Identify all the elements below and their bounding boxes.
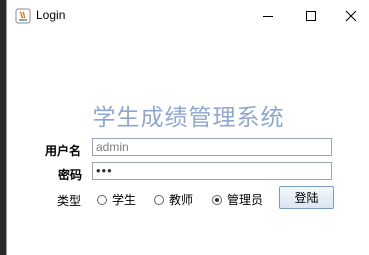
minimize-icon bbox=[263, 15, 273, 17]
close-icon bbox=[345, 10, 357, 21]
radio-admin-label: 管理员 bbox=[227, 193, 264, 207]
window-title: Login bbox=[36, 8, 66, 22]
password-label: 密码 bbox=[58, 168, 83, 182]
radio-student[interactable]: 学生 bbox=[97, 191, 136, 208]
password-input[interactable]: ••• bbox=[92, 162, 332, 180]
system-heading: 学生成绩管理系统 bbox=[92, 105, 285, 131]
radio-student-label: 学生 bbox=[112, 193, 137, 207]
maximize-button[interactable] bbox=[289, 0, 333, 31]
minimize-button[interactable] bbox=[246, 0, 290, 31]
radio-teacher[interactable]: 教师 bbox=[154, 191, 193, 208]
radio-teacher-indicator[interactable] bbox=[154, 194, 164, 205]
close-button[interactable] bbox=[329, 0, 369, 31]
username-input[interactable]: admin bbox=[92, 138, 332, 156]
type-label: 类型 bbox=[57, 194, 82, 208]
username-label: 用户名 bbox=[45, 144, 82, 158]
java-app-icon bbox=[15, 8, 31, 24]
login-button[interactable]: 登陆 bbox=[279, 186, 334, 209]
radio-admin-indicator[interactable] bbox=[212, 194, 222, 205]
login-window: Login 学生成绩管理系统 用户名 admin 密码 ••• 类型 学生 教师… bbox=[6, 0, 369, 255]
radio-teacher-label: 教师 bbox=[169, 193, 194, 207]
radio-admin[interactable]: 管理员 bbox=[212, 191, 263, 208]
maximize-icon bbox=[306, 10, 316, 21]
title-bar[interactable]: Login bbox=[7, 0, 369, 31]
radio-student-indicator[interactable] bbox=[97, 194, 107, 205]
